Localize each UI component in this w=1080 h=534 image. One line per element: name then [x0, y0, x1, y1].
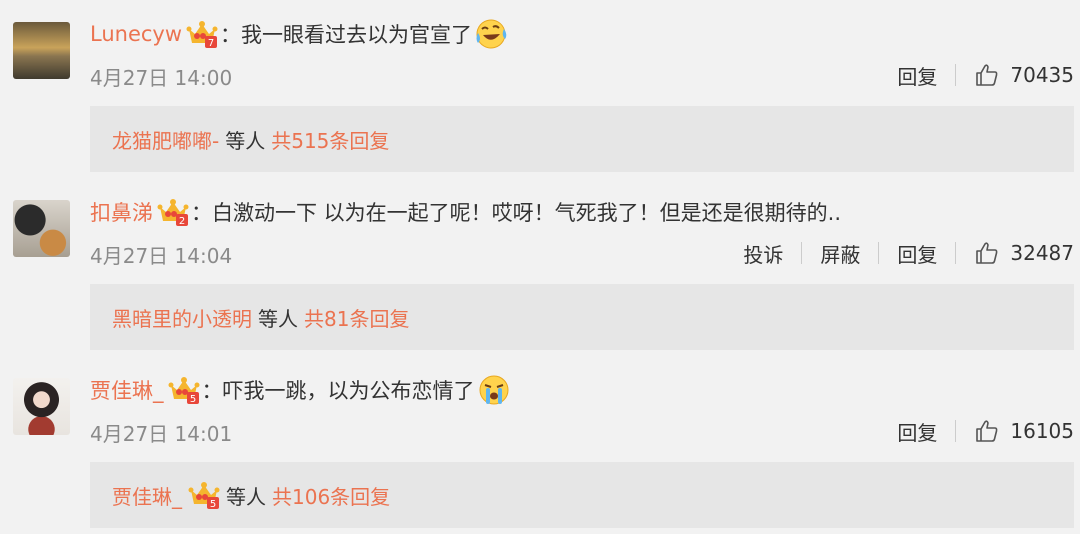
replies-preview[interactable]: 贾佳琳_ 5 等人 共106条回复	[90, 462, 1074, 528]
reply-count-link[interactable]: 共106条回复	[272, 481, 390, 510]
replies-preview[interactable]: 龙猫肥嘟嘟- 等人 共515条回复	[90, 106, 1074, 172]
like-count: 70435	[1010, 63, 1074, 87]
reply-etc: 等人	[225, 128, 266, 153]
crown-badge-icon: 2	[157, 199, 189, 227]
laughing-crying-emoji-icon	[476, 19, 507, 49]
divider	[878, 242, 880, 264]
comment-text: 白激动一下 以为在一起了呢！哎呀！气死我了！但是还是很期待的..	[212, 201, 842, 225]
reply-username[interactable]: 龙猫肥嘟嘟-	[112, 125, 219, 154]
comment-item: Lunecyw 7 ： 我一眼看过去以为官宣了 4月27日 14:00 回复 7…	[0, 0, 1080, 178]
reply-button[interactable]: 回复	[897, 239, 937, 268]
thumbs-up-icon[interactable]	[974, 62, 1000, 88]
comment-text: 吓我一跳，以为公布恋情了	[222, 379, 475, 403]
divider	[955, 420, 957, 442]
avatar[interactable]	[13, 200, 70, 257]
timestamp: 4月27日 14:00	[90, 66, 233, 90]
thumbs-up-icon[interactable]	[974, 418, 1000, 444]
replies-preview[interactable]: 黑暗里的小透明 等人 共81条回复	[90, 284, 1074, 350]
reply-etc: 等人	[258, 306, 298, 331]
report-button[interactable]: 投诉	[743, 239, 783, 268]
avatar[interactable]	[13, 378, 70, 435]
like-count: 16105	[1010, 419, 1074, 443]
crown-badge-icon: 7	[186, 21, 218, 49]
crown-level: 2	[179, 216, 185, 227]
comment-text: 我一眼看过去以为官宣了	[241, 23, 473, 47]
username[interactable]: Lunecyw	[90, 22, 182, 46]
timestamp: 4月27日 14:01	[90, 422, 233, 446]
divider	[955, 64, 957, 86]
reply-count-link[interactable]: 共81条回复	[304, 303, 409, 332]
username[interactable]: 扣鼻涕	[90, 197, 153, 227]
reply-button[interactable]: 回复	[897, 61, 937, 90]
comment-item: 扣鼻涕 2 ： 白激动一下 以为在一起了呢！哎呀！气死我了！但是还是很期待的..…	[0, 178, 1080, 356]
crown-badge-icon: 5	[188, 482, 220, 510]
reply-username[interactable]: 黑暗里的小透明	[112, 303, 252, 332]
reply-count-link[interactable]: 共515条回复	[271, 125, 389, 154]
reply-button[interactable]: 回复	[897, 417, 937, 446]
reply-username[interactable]: 贾佳琳_	[112, 481, 182, 510]
crown-badge-icon: 5	[168, 377, 199, 405]
comment-item: 贾佳琳_ 5 ： 吓我一跳，以为公布恋情了 4月27日 14:01 回复 161…	[0, 356, 1080, 534]
timestamp: 4月27日 14:04	[90, 244, 233, 268]
crown-level: 5	[210, 499, 216, 510]
crying-emoji-icon	[479, 375, 508, 405]
like-count: 32487	[1010, 241, 1074, 265]
username[interactable]: 贾佳琳_	[90, 375, 164, 405]
divider	[801, 242, 803, 264]
divider	[955, 242, 957, 264]
reply-etc: 等人	[226, 484, 266, 509]
avatar[interactable]	[13, 22, 70, 79]
crown-level: 5	[189, 394, 195, 405]
block-button[interactable]: 屏蔽	[820, 239, 860, 268]
thumbs-up-icon[interactable]	[974, 240, 1000, 266]
crown-level: 7	[208, 38, 214, 49]
